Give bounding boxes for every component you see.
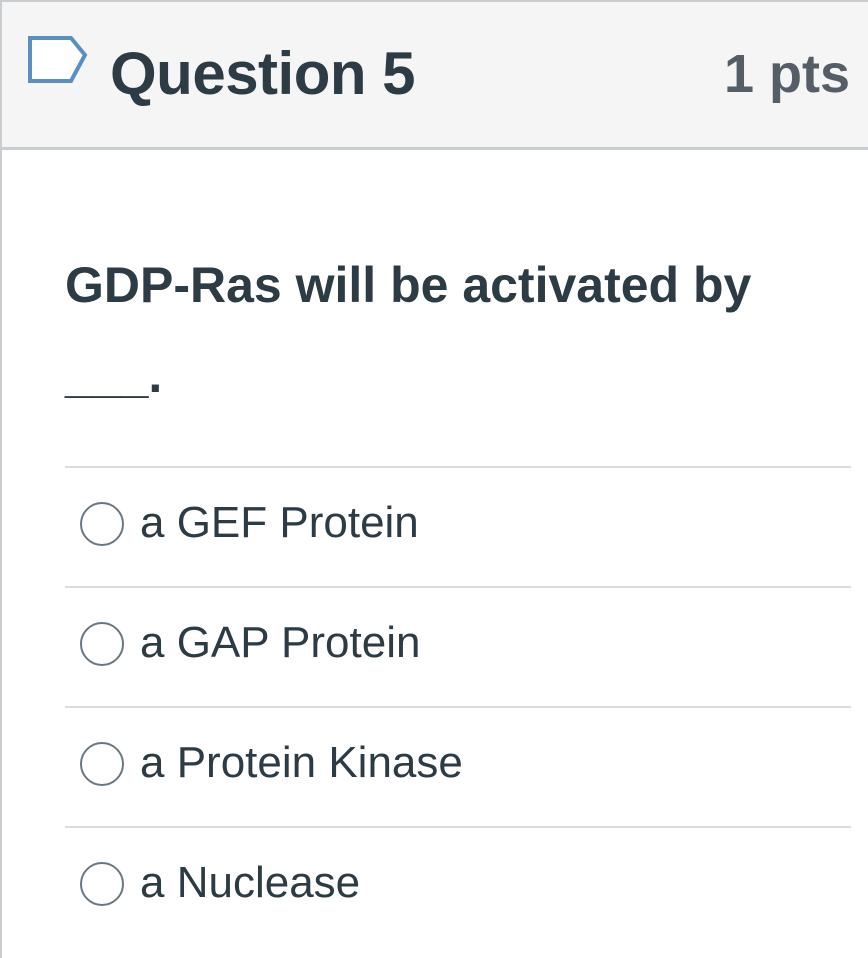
- answer-option-gef-protein[interactable]: a GEF Protein: [65, 466, 851, 586]
- question-text: GDP-Ras will be activated by ___.: [65, 240, 825, 420]
- question-header: Question 5 1 pts: [2, 0, 868, 150]
- question-text-line-2: ___.: [65, 347, 163, 403]
- answer-label: a Protein Kinase: [140, 738, 463, 787]
- question-points: 1 pts: [723, 44, 850, 104]
- flag-question-icon[interactable]: [27, 35, 89, 85]
- answer-option-gap-protein[interactable]: a GAP Protein: [65, 586, 851, 706]
- radio-button[interactable]: [80, 742, 124, 786]
- question-title: Question 5: [110, 40, 416, 107]
- question-text-line-1: GDP-Ras will be activated by: [65, 257, 752, 313]
- answer-option-nuclease[interactable]: a Nuclease: [65, 826, 851, 946]
- answer-label: a GAP Protein: [140, 618, 421, 667]
- answer-label: a GEF Protein: [140, 498, 419, 547]
- question-card: Question 5 1 pts GDP-Ras will be activat…: [0, 0, 868, 958]
- answer-option-protein-kinase[interactable]: a Protein Kinase: [65, 706, 851, 826]
- answer-label: a Nuclease: [140, 858, 361, 907]
- radio-button[interactable]: [80, 862, 124, 906]
- radio-button[interactable]: [80, 502, 124, 546]
- radio-button[interactable]: [80, 622, 124, 666]
- answer-list: a GEF Protein a GAP Protein a Protein Ki…: [65, 466, 851, 946]
